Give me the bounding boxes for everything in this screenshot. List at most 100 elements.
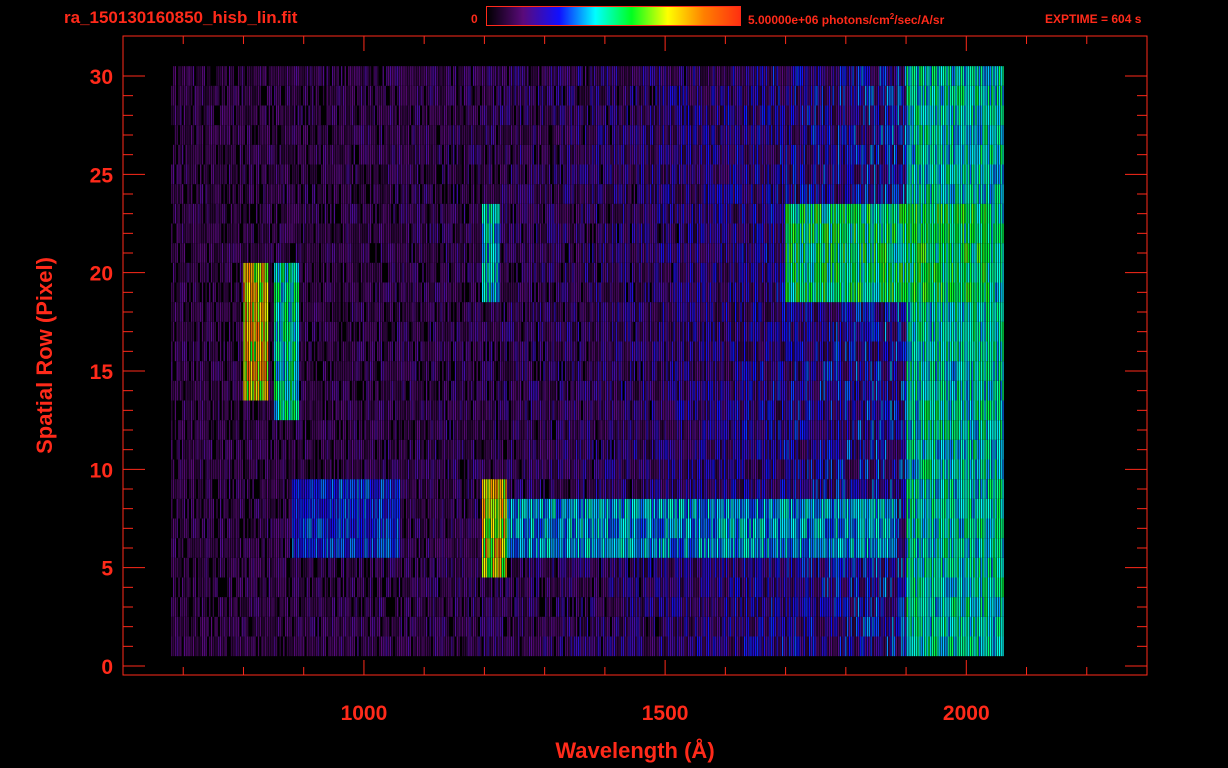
heatmap-cell	[837, 498, 840, 519]
heatmap-cell	[512, 439, 514, 460]
heatmap-cell	[986, 636, 988, 657]
heatmap-cell	[201, 597, 204, 617]
heatmap-cell	[375, 597, 377, 617]
heatmap-cell	[700, 498, 702, 519]
heatmap-cell	[915, 538, 917, 558]
heatmap-cell	[718, 538, 720, 558]
heatmap-cell	[500, 518, 502, 539]
heatmap-cell	[722, 577, 724, 598]
heatmap-cell	[957, 636, 959, 657]
heatmap-cell	[174, 420, 177, 440]
heatmap-cell	[684, 479, 686, 499]
heatmap-cell	[541, 420, 543, 440]
heatmap-cell	[505, 459, 507, 480]
heatmap-cell	[691, 479, 693, 499]
heatmap-cell	[595, 577, 598, 598]
heatmap-cell	[984, 479, 986, 499]
heatmap-cell	[964, 439, 966, 460]
heatmap-cell	[254, 557, 256, 578]
heatmap-cell	[248, 577, 251, 598]
heatmap-cell	[485, 636, 487, 657]
heatmap-cell	[196, 597, 198, 617]
heatmap-cell	[391, 538, 393, 558]
heatmap-cell	[865, 479, 867, 499]
heatmap-cell	[789, 459, 791, 480]
heatmap-cell	[807, 597, 809, 617]
heatmap-cell	[550, 538, 552, 558]
heatmap-cell	[322, 557, 325, 578]
heatmap-cell	[491, 479, 493, 499]
heatmap-cell	[364, 577, 366, 598]
heatmap-cell	[841, 577, 843, 598]
heatmap-cell	[796, 538, 798, 558]
heatmap-cell	[720, 538, 722, 558]
heatmap-cell	[796, 636, 798, 657]
heatmap-cell	[342, 498, 345, 519]
heatmap-cell	[863, 557, 865, 578]
heatmap-cell	[283, 498, 285, 519]
heatmap-cell	[180, 616, 182, 637]
heatmap-cell	[935, 538, 937, 558]
heatmap-cell	[586, 479, 589, 499]
heatmap-cell	[297, 616, 299, 637]
heatmap-cell	[877, 577, 879, 598]
heatmap-cell	[534, 636, 536, 657]
heatmap-cell	[688, 538, 690, 558]
heatmap-cell	[389, 420, 392, 440]
heatmap-cell	[393, 439, 395, 460]
heatmap-cell	[742, 479, 744, 499]
heatmap-cell	[239, 636, 242, 657]
heatmap-cell	[445, 577, 448, 598]
heatmap-cell	[926, 577, 928, 598]
heatmap-cell	[603, 557, 605, 578]
heatmap-cell	[210, 479, 213, 499]
heatmap-cell	[754, 616, 757, 637]
heatmap-cell	[997, 557, 999, 578]
heatmap-cell	[859, 479, 861, 499]
heatmap-cell	[944, 597, 946, 617]
heatmap-cell	[313, 518, 316, 539]
heatmap-cell	[346, 518, 348, 539]
heatmap-cell	[241, 616, 243, 637]
heatmap-cell	[366, 439, 368, 460]
heatmap-cell	[619, 498, 621, 519]
heatmap-cell	[351, 577, 354, 598]
heatmap-cell	[317, 420, 319, 440]
heatmap-cell	[678, 538, 681, 558]
heatmap-cell	[288, 479, 290, 499]
heatmap-cell	[912, 616, 914, 637]
heatmap-cell	[380, 498, 383, 519]
heatmap-cell	[435, 636, 437, 657]
heatmap-cell	[471, 459, 473, 480]
heatmap-cell	[554, 577, 556, 598]
heatmap-cell	[854, 479, 856, 499]
heatmap-cell	[498, 597, 500, 617]
heatmap-cell	[566, 616, 569, 637]
heatmap-cell	[931, 616, 934, 637]
heatmap-cell	[903, 498, 905, 519]
heatmap-cell	[353, 577, 355, 598]
heatmap-cell	[836, 597, 838, 617]
heatmap-cell	[633, 439, 636, 460]
heatmap-cell	[724, 616, 726, 637]
heatmap-cell	[619, 577, 621, 598]
heatmap-cell	[339, 597, 341, 617]
heatmap-cell	[646, 420, 648, 440]
heatmap-cell	[369, 479, 372, 499]
heatmap-cell	[771, 479, 773, 499]
heatmap-cell	[630, 577, 632, 598]
heatmap-cell	[644, 538, 646, 558]
heatmap-cell	[254, 498, 256, 519]
heatmap-cell	[402, 538, 404, 558]
heatmap-cell	[239, 459, 242, 480]
heatmap-cell	[684, 577, 686, 598]
heatmap-cell	[827, 636, 829, 657]
heatmap-cell	[575, 557, 578, 578]
heatmap-cell	[707, 479, 710, 499]
heatmap-cell	[332, 557, 334, 578]
heatmap-cell	[628, 636, 630, 657]
heatmap-cell	[230, 636, 233, 657]
heatmap-cell	[337, 459, 339, 480]
heatmap-cell	[810, 479, 813, 499]
heatmap-cell	[951, 459, 954, 480]
